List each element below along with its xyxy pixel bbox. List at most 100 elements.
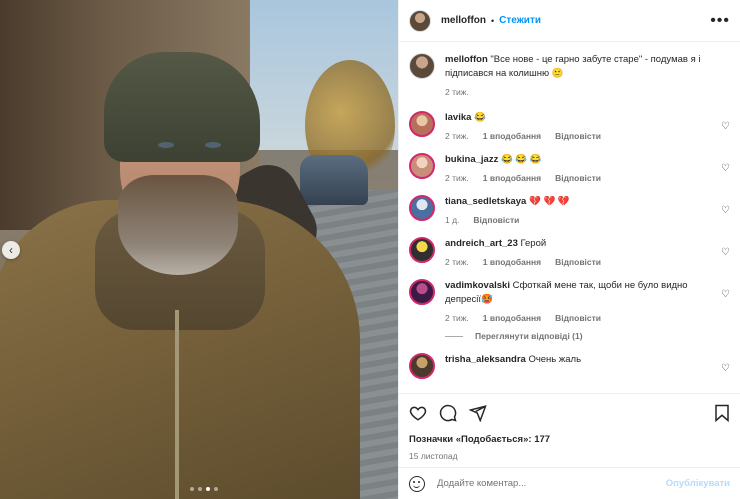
caption-username[interactable]: melloffon [445,54,488,65]
comment-likes[interactable]: 1 вподобання [483,131,541,141]
comment-time[interactable]: 2 тиж. [445,173,469,183]
comment-item: lavika 😂 2 тиж. 1 вподобання Відповісти … [409,111,730,141]
pagination-dot [190,487,194,491]
comment-time[interactable]: 2 тиж. [445,257,469,267]
pagination-dot-active [206,487,210,491]
comment-username[interactable]: tiana_sedletskaya [445,196,526,207]
author-avatar[interactable] [409,9,431,32]
comment-content: 💔 💔 💔 [528,196,570,207]
comment-likes[interactable]: 1 вподобання [483,173,541,183]
comment-body: bukina_jazz 😂 😂 😂 2 тиж. 1 вподобання Ві… [445,153,730,183]
like-comment-heart-icon[interactable]: ♡ [721,163,730,174]
view-replies-button[interactable]: Переглянути відповіді (1) [445,331,730,341]
more-options-icon[interactable]: ••• [710,12,730,30]
comment-username[interactable]: trisha_aleksandra [445,354,526,365]
caption: melloffon "Все нове - це гарно забуте ст… [409,53,730,97]
commenter-avatar[interactable] [409,279,435,305]
comment-text: bukina_jazz 😂 😂 😂 [445,153,710,167]
likes-count[interactable]: Позначки «Подобається»: 177 [409,434,730,445]
comment-text: lavika 😂 [445,111,710,125]
reply-button[interactable]: Відповісти [555,257,601,267]
photo-car [300,155,368,205]
post-actions: Позначки «Подобається»: 177 15 листопад [399,393,740,461]
like-comment-heart-icon[interactable]: ♡ [721,289,730,300]
comment-item: andreich_art_23 Герой 2 тиж. 1 вподобанн… [409,237,730,267]
commenter-avatar[interactable] [409,353,435,379]
comment-input[interactable] [437,478,666,489]
comment-meta: 2 тиж. 1 вподобання Відповісти [445,313,710,323]
action-icons [409,402,730,424]
post-date: 15 листопад [409,451,458,461]
caption-meta: 2 тиж. [445,87,710,97]
comment-content: Герой [520,238,547,249]
add-comment-bar: Опублікувати [399,467,740,499]
comment-item: vadimkovalski Сфоткай мене так, щоби не … [409,279,730,323]
comment-body: vadimkovalski Сфоткай мене так, щоби не … [445,279,730,323]
publish-button[interactable]: Опублікувати [666,478,730,489]
bookmark-icon[interactable] [714,404,730,422]
comment-body: andreich_art_23 Герой 2 тиж. 1 вподобанн… [445,237,730,267]
author-username[interactable]: melloffon [441,15,486,26]
comment-item: tiana_sedletskaya 💔 💔 💔 1 д. Відповісти … [409,195,730,225]
photo-zipper [175,310,179,499]
photo-eye [158,142,174,148]
comment-content: 😂 [474,112,486,123]
comment-text: tiana_sedletskaya 💔 💔 💔 [445,195,710,209]
comment-username[interactable]: andreich_art_23 [445,238,518,249]
reply-button[interactable]: Відповісти [555,313,601,323]
post-details-panel: melloffon • Стежити ••• melloffon "Все н… [398,0,740,499]
post-photo[interactable]: ‹ [0,0,398,499]
comment-likes[interactable]: 1 вподобання [483,257,541,267]
commenter-avatar[interactable] [409,153,435,179]
chevron-left-icon: ‹ [9,243,13,257]
comment-time[interactable]: 2 тиж. [445,131,469,141]
reply-button[interactable]: Відповісти [555,173,601,183]
heart-icon[interactable] [409,404,427,422]
like-comment-heart-icon[interactable]: ♡ [721,121,730,132]
comment-item: trisha_aleksandra Очень жаль ♡ [409,353,730,379]
view-replies-label: Переглянути відповіді (1) [475,331,583,341]
like-comment-heart-icon[interactable]: ♡ [721,363,730,374]
pagination-dot [214,487,218,491]
comment-content: Очень жаль [528,354,582,365]
comment-icon[interactable] [439,404,457,422]
like-comment-heart-icon[interactable]: ♡ [721,205,730,216]
author-avatar[interactable] [409,53,435,79]
comment-username[interactable]: vadimkovalski [445,280,510,291]
caption-time[interactable]: 2 тиж. [445,87,469,97]
share-icon[interactable] [469,404,487,422]
emoji-icon[interactable] [409,475,425,492]
header-separator: • [491,15,495,26]
comment-content: 😂 😂 😂 [500,154,542,165]
follow-button[interactable]: Стежити [499,15,541,26]
like-comment-heart-icon[interactable]: ♡ [721,247,730,258]
comment-meta: 2 тиж. 1 вподобання Відповісти [445,257,710,267]
comment-likes[interactable]: 1 вподобання [483,313,541,323]
caption-text: melloffon "Все нове - це гарно забуте ст… [445,53,710,81]
photo-beard [118,175,238,275]
comment-username[interactable]: bukina_jazz [445,154,498,165]
comment-time[interactable]: 2 тиж. [445,313,469,323]
caption-body: melloffon "Все нове - це гарно забуте ст… [445,53,730,97]
reply-button[interactable]: Відповісти [555,131,601,141]
comment-time[interactable]: 1 д. [445,215,459,225]
comment-text: andreich_art_23 Герой [445,237,710,251]
previous-photo-button[interactable]: ‹ [2,241,20,259]
commenter-avatar[interactable] [409,111,435,137]
comment-body: trisha_aleksandra Очень жаль [445,353,730,379]
comment-text: trisha_aleksandra Очень жаль [445,353,710,367]
commenter-avatar[interactable] [409,237,435,263]
pagination-dot [198,487,202,491]
comment-body: tiana_sedletskaya 💔 💔 💔 1 д. Відповісти [445,195,730,225]
comment-meta: 1 д. Відповісти [445,215,710,225]
photo-eye [205,142,221,148]
comment-item: bukina_jazz 😂 😂 😂 2 тиж. 1 вподобання Ві… [409,153,730,183]
photo-pagination-dots [190,487,218,491]
comments-list[interactable]: melloffon "Все нове - це гарно забуте ст… [399,43,740,393]
post-modal: ‹ melloffon • Стежити ••• melloffon "Все… [0,0,740,499]
comment-text: vadimkovalski Сфоткай мене так, щоби не … [445,279,710,307]
comment-username[interactable]: lavika [445,112,471,123]
reply-button[interactable]: Відповісти [473,215,519,225]
post-header: melloffon • Стежити ••• [399,0,740,42]
commenter-avatar[interactable] [409,195,435,221]
